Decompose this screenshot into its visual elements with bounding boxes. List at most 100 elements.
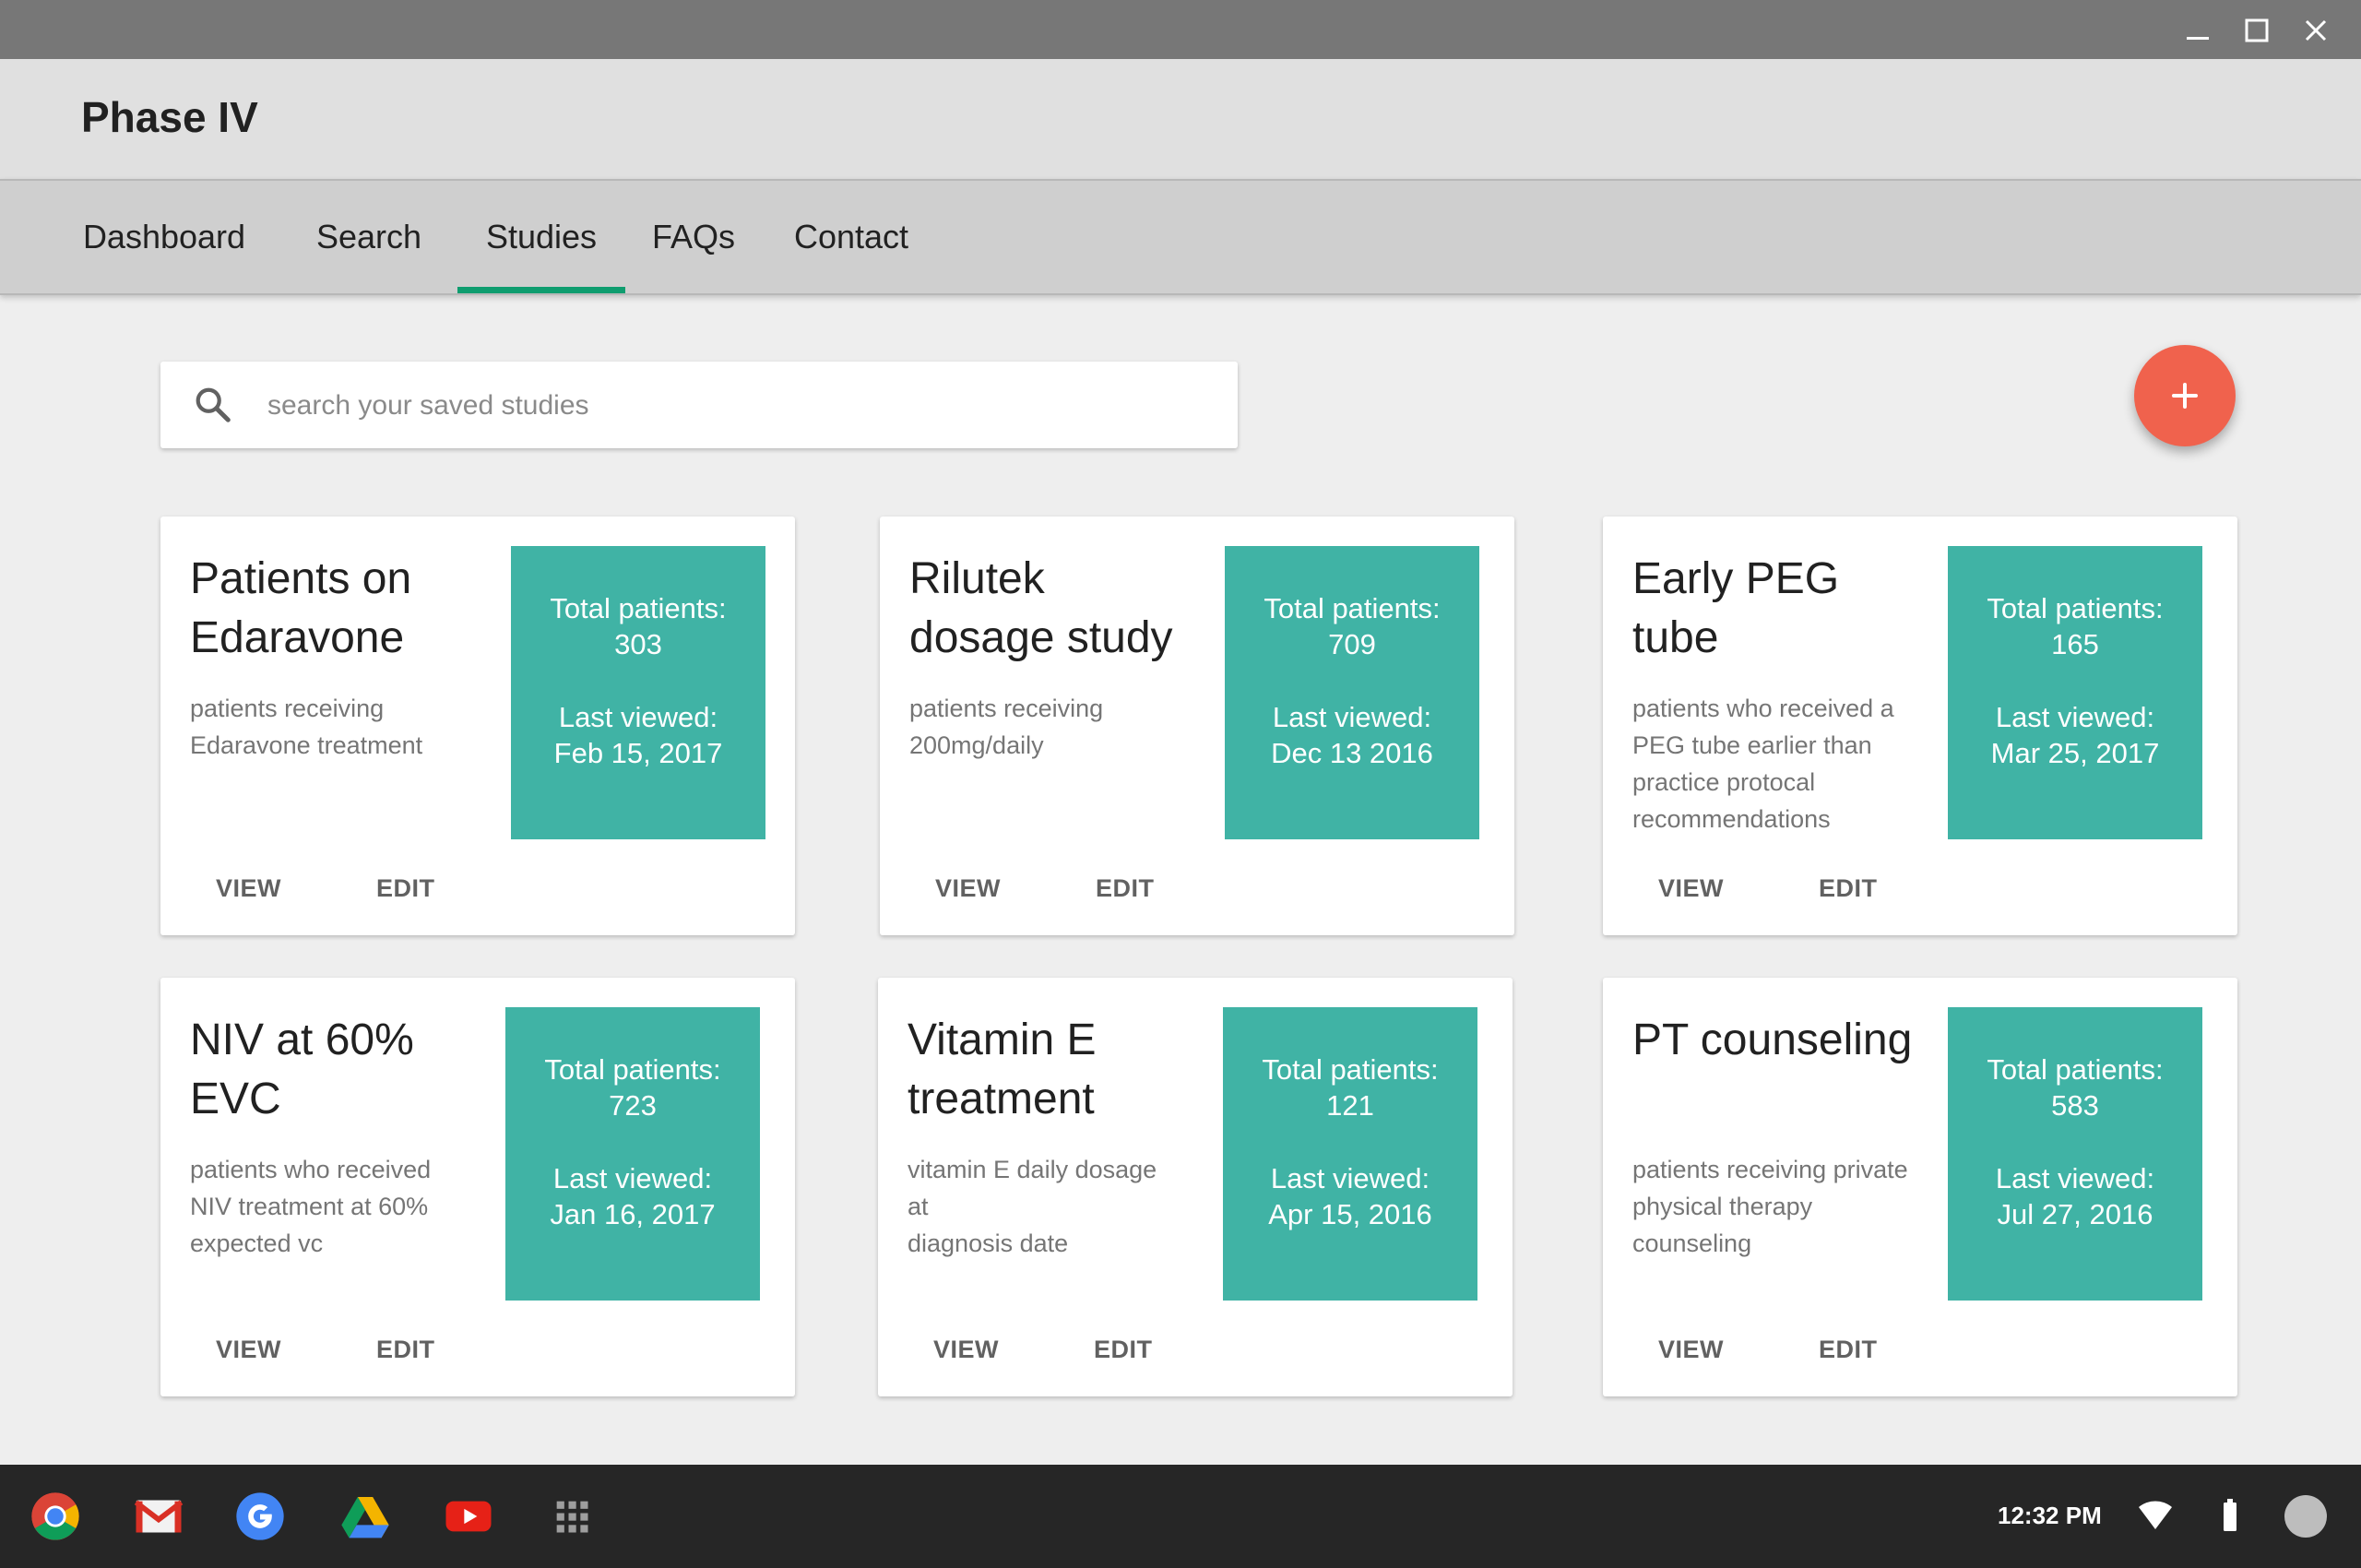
total-patients-value: 165 (2051, 628, 2099, 660)
study-title-line: Patients on (190, 554, 412, 603)
edit-button[interactable]: EDIT (376, 1336, 435, 1364)
study-description: vitamin E daily dosage at diagnosis date (908, 1151, 1175, 1262)
edit-button[interactable]: EDIT (376, 874, 435, 903)
search-input[interactable] (266, 380, 1192, 432)
study-stats-panel: Total patients: 303 Last viewed: Feb 15,… (511, 546, 765, 839)
app-launcher-icon[interactable] (546, 1491, 598, 1542)
study-title-line: tube (1632, 613, 1719, 662)
total-patients-label: Total patients: (1264, 592, 1441, 624)
edit-button[interactable]: EDIT (1096, 874, 1155, 903)
account-avatar[interactable] (2284, 1494, 2328, 1538)
study-description: patients who received a PEG tube earlier… (1632, 690, 1900, 837)
study-card: PT counseling patients receiving private… (1603, 978, 2237, 1396)
gmail-icon[interactable] (133, 1491, 184, 1542)
last-viewed-label: Last viewed: (1995, 1162, 2155, 1194)
study-description: patients who received NIV treatment at 6… (190, 1151, 457, 1262)
study-title-line: Edaravone (190, 613, 405, 662)
study-card: Early PEG tube patients who received a P… (1603, 517, 2237, 935)
study-description-line: practice protocal (1632, 768, 1816, 796)
last-viewed-label: Last viewed: (1270, 1162, 1430, 1194)
maximize-icon[interactable] (2234, 7, 2280, 53)
view-button[interactable]: VIEW (1658, 874, 1724, 903)
last-viewed-value: Dec 13 2016 (1271, 737, 1433, 769)
close-icon[interactable] (2293, 7, 2339, 53)
last-viewed-value: Mar 25, 2017 (1990, 737, 2160, 769)
study-title-line: dosage study (909, 613, 1173, 662)
study-card: Patients on Edaravone patients receiving… (160, 517, 795, 935)
search-icon (196, 387, 231, 422)
os-shelf: 12:32 PM (0, 1465, 2361, 1568)
last-viewed-label: Last viewed: (558, 701, 718, 733)
edit-button[interactable]: EDIT (1094, 1336, 1153, 1364)
study-description-line: patients who received (190, 1156, 432, 1183)
study-description-line: NIV treatment at 60% (190, 1193, 429, 1220)
study-card: Rilutek dosage study patients receiving … (880, 517, 1514, 935)
study-description-line: recommendations (1632, 805, 1831, 833)
study-stats-panel: Total patients: 121 Last viewed: Apr 15,… (1223, 1007, 1477, 1301)
study-description-line: physical therapy (1632, 1193, 1813, 1220)
app-header: Phase IV (0, 59, 2361, 179)
total-patients-label: Total patients: (544, 1053, 721, 1086)
study-description-line: patients receiving (909, 695, 1104, 722)
edit-button[interactable]: EDIT (1819, 874, 1878, 903)
battery-icon[interactable] (2221, 1498, 2239, 1533)
last-viewed-label: Last viewed: (552, 1162, 713, 1194)
study-title-line: treatment (908, 1075, 1095, 1123)
study-description-line: PEG tube earlier than (1632, 731, 1872, 759)
drive-icon[interactable] (339, 1491, 391, 1542)
last-viewed-value: Apr 15, 2016 (1268, 1198, 1432, 1230)
study-description-line: expected vc (190, 1229, 324, 1257)
study-title-line: NIV at 60% (190, 1016, 414, 1064)
study-description: patients receiving Edaravone treatment (190, 690, 457, 764)
minimize-icon[interactable] (2175, 7, 2221, 53)
last-viewed-label: Last viewed: (1995, 701, 2155, 733)
google-icon[interactable] (234, 1491, 286, 1542)
clock[interactable]: 12:32 PM (1998, 1502, 2102, 1530)
total-patients-value: 583 (2051, 1089, 2099, 1122)
total-patients-label: Total patients: (1987, 1053, 2164, 1086)
study-title-line: Early PEG (1632, 554, 1840, 603)
study-description-line: patients who received a (1632, 695, 1894, 722)
view-button[interactable]: VIEW (216, 1336, 281, 1364)
wifi-icon[interactable] (2138, 1500, 2173, 1531)
study-title: Vitamin E treatment (908, 1011, 1184, 1129)
study-description-line: vitamin E daily dosage at (908, 1156, 1157, 1220)
study-card: Vitamin E treatment vitamin E daily dosa… (878, 978, 1513, 1396)
window-titlebar (0, 0, 2361, 59)
last-viewed-value: Jan 16, 2017 (550, 1198, 716, 1230)
view-button[interactable]: VIEW (933, 1336, 999, 1364)
study-title-line: EVC (190, 1075, 281, 1123)
tab-studies[interactable]: Studies (457, 181, 625, 293)
tab-contact[interactable]: Contact (777, 181, 926, 293)
tab-faqs[interactable]: FAQs (638, 181, 749, 293)
youtube-icon[interactable] (443, 1491, 494, 1542)
add-icon (2172, 383, 2198, 409)
tab-dashboard[interactable]: Dashboard (66, 181, 262, 293)
study-description: patients receiving 200mg/daily (909, 690, 1177, 764)
study-description-line: 200mg/daily (909, 731, 1044, 759)
total-patients-label: Total patients: (1987, 592, 2164, 624)
chrome-icon[interactable] (30, 1491, 81, 1542)
total-patients-value: 303 (614, 628, 662, 660)
study-stats-panel: Total patients: 709 Last viewed: Dec 13 … (1225, 546, 1479, 839)
edit-button[interactable]: EDIT (1819, 1336, 1878, 1364)
last-viewed-value: Feb 15, 2017 (553, 737, 723, 769)
study-description-line: patients receiving (190, 695, 385, 722)
view-button[interactable]: VIEW (935, 874, 1001, 903)
study-title: Patients on Edaravone (190, 550, 467, 668)
study-description-line: counseling (1632, 1229, 1752, 1257)
study-stats-panel: Total patients: 165 Last viewed: Mar 25,… (1948, 546, 2202, 839)
study-stats-panel: Total patients: 583 Last viewed: Jul 27,… (1948, 1007, 2202, 1301)
view-button[interactable]: VIEW (216, 874, 281, 903)
total-patients-value: 709 (1328, 628, 1376, 660)
add-study-button[interactable] (2134, 345, 2236, 446)
study-title-line: PT counseling (1632, 1016, 1913, 1064)
total-patients-label: Total patients: (1262, 1053, 1439, 1086)
study-description-line: patients receiving private (1632, 1156, 1908, 1183)
total-patients-label: Total patients: (550, 592, 727, 624)
study-stats-panel: Total patients: 723 Last viewed: Jan 16,… (505, 1007, 760, 1301)
view-button[interactable]: VIEW (1658, 1336, 1724, 1364)
tab-search[interactable]: Search (293, 181, 445, 293)
study-title: PT counseling (1632, 1011, 1946, 1070)
study-title-line: Vitamin E (908, 1016, 1097, 1064)
